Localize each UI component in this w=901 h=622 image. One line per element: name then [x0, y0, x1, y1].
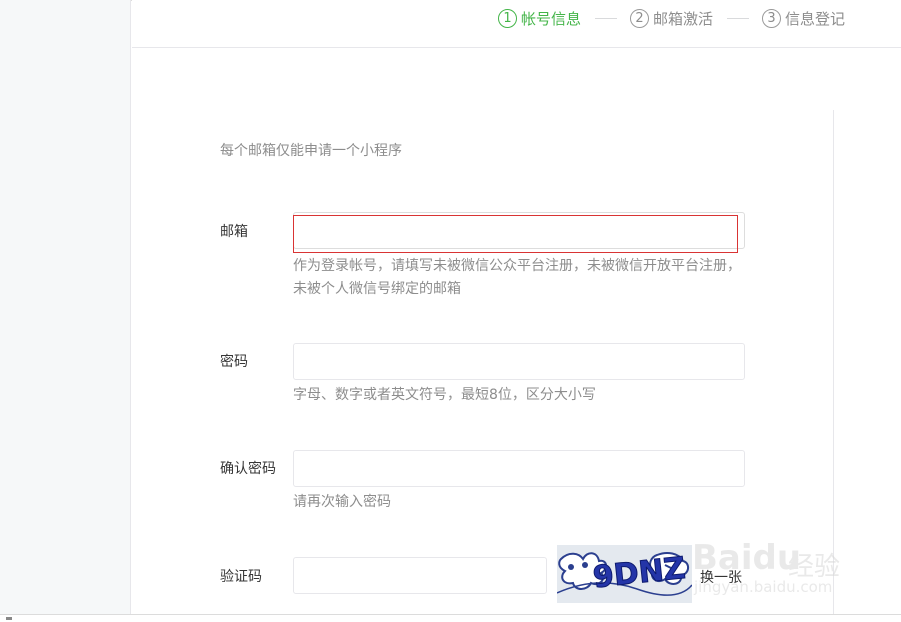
password-tip: 字母、数字或者英文符号，最短8位，区分大小写: [293, 387, 596, 403]
email-label: 邮箱: [220, 224, 248, 240]
confirm-password-tip: 请再次输入密码: [293, 494, 391, 510]
confirm-password-label: 确认密码: [220, 461, 276, 477]
watermark-url: jingyan.baidu.com: [694, 578, 833, 596]
password-input[interactable]: [293, 343, 745, 380]
step-connector: [595, 18, 617, 19]
step-email-activation: 2 邮箱激活: [630, 6, 713, 30]
watermark-brand: Baidu: [692, 538, 802, 578]
captcha-image[interactable]: 9DNZ: [557, 545, 692, 603]
step-connector: [727, 18, 749, 19]
left-sidebar: [0, 0, 131, 615]
captcha-label: 验证码: [220, 569, 262, 585]
step-label: 帐号信息: [521, 9, 582, 28]
step-label: 邮箱激活: [653, 9, 714, 28]
baidu-jingyan-watermark: Baidu 经验 jingyan.baidu.com: [690, 520, 855, 600]
step-number: 1: [498, 8, 517, 28]
step-number: 2: [630, 8, 649, 28]
confirm-password-input[interactable]: [293, 450, 745, 487]
form-notice: 每个邮箱仅能申请一个小程序: [220, 143, 402, 159]
window-bottom-edge: [0, 614, 901, 622]
step-label: 信息登记: [785, 9, 846, 28]
step-progress-bar: 1 帐号信息 2 邮箱激活 3 信息登记: [132, 0, 901, 48]
email-error-highlight: [293, 215, 738, 253]
password-label: 密码: [220, 354, 248, 370]
step-number: 3: [762, 8, 781, 28]
email-tip: 作为登录帐号，请填写未被微信公众平台注册，未被微信开放平台注册，未被个人微信号绑…: [293, 258, 741, 297]
captcha-input[interactable]: [293, 557, 547, 594]
scroll-indicator: [6, 617, 12, 620]
captcha-graphic: 9DNZ: [557, 545, 692, 603]
step-account-info: 1 帐号信息: [498, 6, 581, 30]
step-info-registration: 3 信息登记: [762, 6, 845, 30]
